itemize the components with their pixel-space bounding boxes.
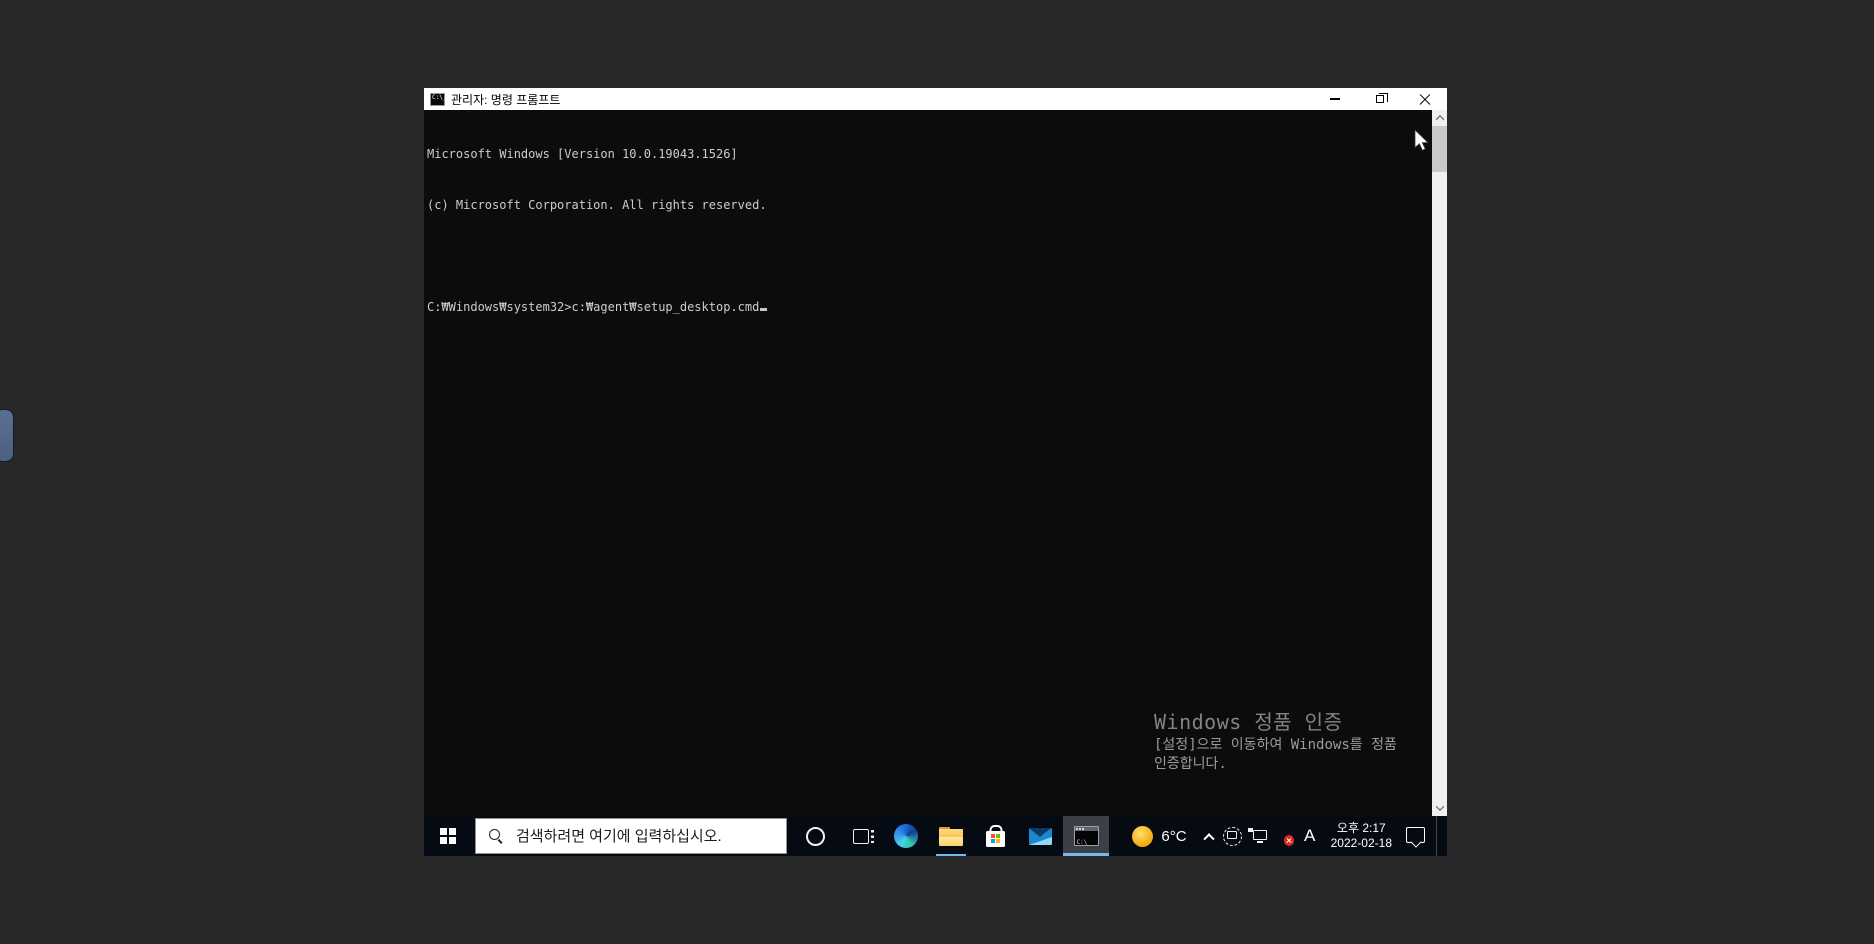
command-prompt-button[interactable]: C:\_	[1063, 816, 1109, 856]
running-indicator	[935, 853, 966, 856]
mouse-cursor	[1414, 129, 1429, 151]
cmd-window-titlebar[interactable]: C:\_ 관리자: 명령 프롬프트	[424, 88, 1447, 110]
chevron-up-icon	[1202, 833, 1215, 845]
system-tray: 6°C A 오후 2:17 2022-02-18	[1130, 816, 1447, 856]
minimize-button[interactable]	[1312, 88, 1357, 110]
edge-icon	[893, 824, 918, 848]
mail-button[interactable]	[1018, 816, 1063, 856]
weather-temperature[interactable]: 6°C	[1154, 828, 1196, 845]
taskbar: C:\_ 6°C A 오후 2:17 2	[424, 816, 1447, 856]
volume-button[interactable]	[1271, 816, 1297, 856]
restore-icon	[1375, 92, 1388, 103]
command-prompt-icon: C:\_	[1073, 826, 1099, 846]
scrollbar[interactable]	[1432, 110, 1447, 816]
file-explorer-button[interactable]	[928, 816, 973, 856]
windows-activation-watermark: Windows 정품 인증 [설정]으로 이동하여 Windows를 정품 인증…	[1154, 710, 1397, 774]
meet-now-button[interactable]	[1221, 816, 1245, 856]
console-prompt-line: C:₩Windows₩system32>c:₩agent₩setup_deskt…	[427, 299, 1447, 316]
remote-desktop-screen: C:\_ 관리자: 명령 프롬프트 Microsoft Windows [Ver…	[424, 88, 1447, 856]
start-button[interactable]	[424, 816, 472, 856]
hidden-icons-button[interactable]	[1197, 816, 1221, 856]
windows-logo-icon	[439, 827, 457, 845]
watermark-title: Windows 정품 인증	[1154, 710, 1343, 734]
clock-date: 2022-02-18	[1330, 836, 1392, 850]
mail-icon	[1029, 827, 1052, 845]
side-panel-handle[interactable]	[0, 409, 14, 462]
restore-button[interactable]	[1357, 88, 1402, 110]
console-output[interactable]: Microsoft Windows [Version 10.0.19043.15…	[424, 110, 1447, 816]
close-button[interactable]	[1402, 88, 1447, 110]
text-cursor	[760, 308, 768, 311]
window-title: 관리자: 명령 프롬프트	[451, 92, 561, 107]
file-explorer-icon	[938, 826, 963, 846]
console-line: Microsoft Windows [Version 10.0.19043.15…	[427, 147, 738, 161]
clock-time: 오후 2:17	[1336, 821, 1386, 835]
watermark-body: [설정]으로 이동하여 Windows를 정품	[1154, 737, 1397, 753]
minimize-icon	[1329, 98, 1340, 100]
store-icon	[986, 830, 1005, 847]
volume-muted-icon	[1275, 829, 1295, 846]
search-icon	[489, 828, 504, 844]
scroll-down-button[interactable]	[1432, 800, 1447, 816]
ethernet-network-icon	[1248, 828, 1268, 844]
cmd-window-icon: C:\_	[430, 92, 445, 106]
chevron-down-icon	[1435, 802, 1444, 811]
taskbar-clock[interactable]: 오후 2:17 2022-02-18	[1323, 821, 1400, 851]
cortana-button[interactable]	[793, 816, 838, 856]
taskbar-search[interactable]	[475, 818, 787, 854]
taskbar-edge	[1437, 816, 1442, 856]
sun-icon	[1131, 825, 1153, 847]
ime-indicator[interactable]: A	[1297, 826, 1323, 846]
weather-widget[interactable]	[1130, 816, 1154, 856]
console-line: C:₩Windows₩system32>c:₩agent₩setup_deskt…	[427, 300, 760, 314]
task-view-icon	[852, 828, 874, 844]
edge-button[interactable]	[883, 816, 928, 856]
cortana-icon	[806, 826, 825, 846]
scroll-up-button[interactable]	[1432, 110, 1447, 126]
meet-now-icon	[1223, 826, 1243, 846]
store-button[interactable]	[973, 816, 1018, 856]
watermark-body: 인증합니다.	[1154, 756, 1227, 772]
network-button[interactable]	[1245, 816, 1271, 856]
action-center-button[interactable]	[1406, 826, 1425, 843]
console-line: (c) Microsoft Corporation. All rights re…	[427, 198, 767, 212]
window-controls	[1312, 88, 1447, 110]
scrollbar-thumb[interactable]	[1432, 126, 1447, 172]
task-view-button[interactable]	[838, 816, 883, 856]
search-input[interactable]	[516, 827, 786, 845]
close-icon	[1419, 93, 1431, 105]
active-indicator	[1063, 853, 1109, 856]
chevron-up-icon	[1435, 115, 1444, 124]
